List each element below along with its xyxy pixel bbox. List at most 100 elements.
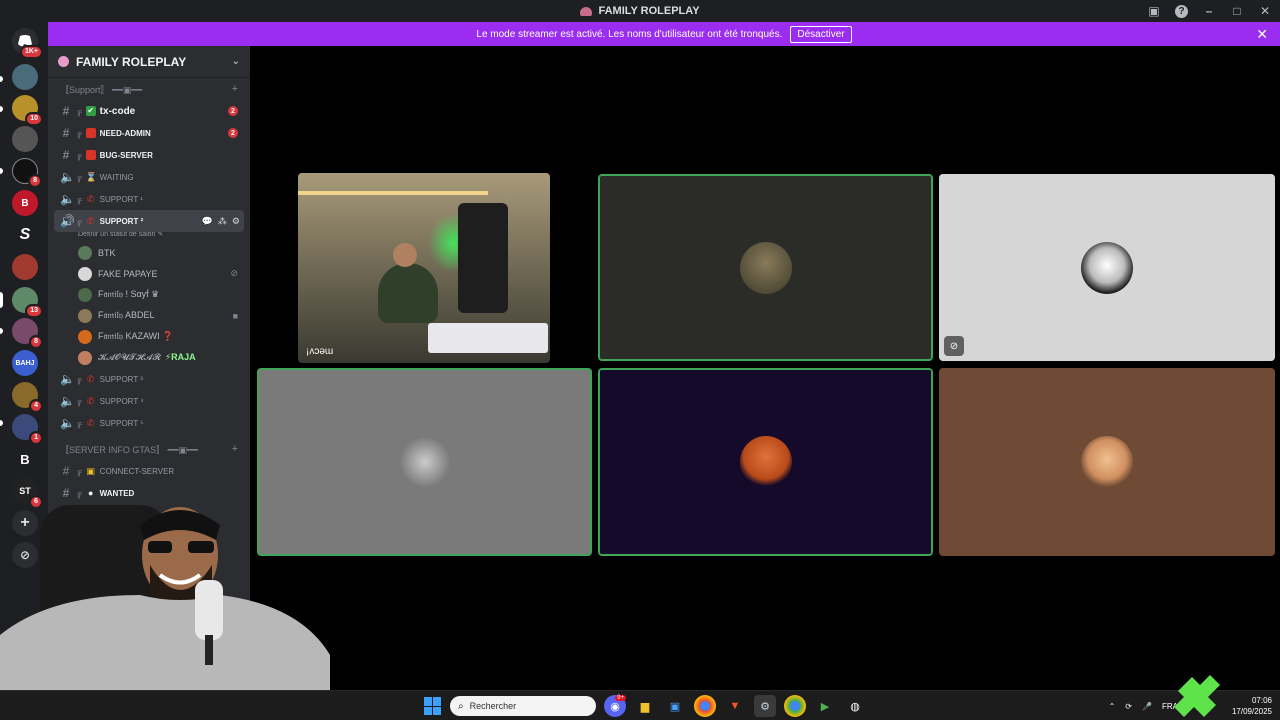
avatar (78, 329, 92, 344)
channel-tx-code[interactable]: # ╔ ✔ tx-code 2 (48, 100, 250, 122)
voice-user-abdel[interactable]: F𝔞𝔪𝔦𝔩𝔶 ABDEL ■ (48, 305, 250, 326)
avatar (78, 350, 92, 365)
server-badge: 8 (28, 174, 42, 188)
pencil-icon: ✎ (157, 231, 164, 238)
participant-avatar (398, 436, 451, 488)
channel-support-2[interactable]: 🔊 ╔ ✆ SUPPORT ² 💬 ⁂ ⚙ (54, 210, 244, 232)
server-icon-12[interactable]: 1 (12, 414, 43, 445)
close-icon[interactable]: ✕ (1258, 4, 1272, 18)
tree-icon: ╔ (76, 172, 82, 182)
help-icon[interactable]: ? (1175, 4, 1188, 18)
server-icon-8[interactable]: 13 (12, 287, 43, 318)
voice-user-name: BTK (98, 247, 116, 258)
voice-user-kaouthar[interactable]: 𝓚𝓐𝓞𝓤𝓣𝓗𝓐𝓡 ⚡RAJA (48, 347, 250, 368)
server-icon-11[interactable]: 4 (12, 382, 43, 413)
voice-user-fake-papaye[interactable]: FAKE PAPAYE ⊘ (48, 263, 250, 284)
voice-tile-6[interactable] (939, 368, 1275, 556)
server-badge: 1 (29, 431, 43, 445)
discord-home-icon[interactable]: 1K+ (12, 28, 43, 59)
server-icon-4[interactable]: 8 (12, 158, 42, 188)
channel-support-5[interactable]: 🔈 ╔ ✆ SUPPORT ⁵ (48, 412, 250, 434)
invite-icon[interactable]: ⁂ (218, 216, 227, 227)
tree-icon: ╔ (76, 216, 82, 226)
chrome-icon[interactable] (694, 695, 716, 717)
server-icon-5[interactable]: B (12, 190, 38, 216)
video-tile-camera[interactable]: ¡ʌɔǝɯ (298, 173, 550, 363)
sync-icon[interactable]: ⟳ (1125, 702, 1132, 711)
channel-support-3[interactable]: 🔈 ╔ ✆ SUPPORT ³ (48, 368, 250, 390)
avatar (78, 308, 92, 323)
taskbar-search[interactable]: ⌕ Rechercher (450, 696, 596, 716)
inbox-icon[interactable]: ▣ (1147, 4, 1161, 18)
maximize-icon[interactable]: □ (1230, 4, 1244, 18)
green-logo-icon (1174, 675, 1220, 717)
check-icon: ✔ (85, 106, 96, 116)
category-label: 〚Support〛 ━━▣━━ (60, 84, 143, 95)
voice-user-kazawi[interactable]: F𝔞𝔪𝔦𝔩𝔶 KAZAWI ❓ (48, 326, 250, 347)
channel-support-4[interactable]: 🔈 ╔ ✆ SUPPORT ⁴ (48, 390, 250, 412)
server-logo-icon (580, 6, 593, 16)
tree-icon: ╔ (76, 466, 82, 476)
server-icon-9[interactable]: 8 (12, 318, 43, 349)
notification-badge: 9+ (615, 695, 626, 701)
chevron-down-icon[interactable]: ⌄ (232, 56, 240, 67)
channel-label: tx-code (99, 105, 136, 117)
banner-close-icon[interactable]: ✕ (1256, 26, 1268, 43)
participant-avatar (739, 241, 792, 294)
server-icon-7[interactable] (12, 254, 38, 280)
mention-badge: 2 (228, 106, 238, 116)
game-launcher-icon[interactable]: ▶ (814, 695, 836, 717)
server-icon-3[interactable] (12, 126, 38, 152)
category-server-info[interactable]: 〚SERVER INFO GTAS〛 ━━▣━━ + (48, 438, 250, 460)
phone-icon: ✆ (86, 194, 95, 204)
channel-label: SUPPORT ⁴ (99, 396, 144, 406)
channel-connect-server[interactable]: # ╔ ▣ CONNECT-SERVER (48, 460, 250, 482)
add-channel-icon[interactable]: + (232, 443, 238, 455)
windows-start-icon[interactable] (424, 697, 442, 715)
voice-user-btk[interactable]: BTK (48, 242, 250, 263)
channel-waiting[interactable]: 🔈 ╔ ⌛ WAITING (48, 166, 250, 188)
voice-user-name: F𝔞𝔪𝔦𝔩𝔶 ! Sαyḟ ♛ (98, 289, 160, 299)
voice-user-name: 𝓚𝓐𝓞𝓤𝓣𝓗𝓐𝓡 (98, 352, 161, 362)
voice-tile-3[interactable]: ⊘ (939, 174, 1275, 361)
led-strip (298, 191, 488, 195)
disable-streamer-button[interactable]: Désactiver (790, 25, 852, 43)
shelf (458, 203, 508, 313)
file-explorer-icon[interactable]: ▆ (634, 695, 656, 717)
app-icon-9[interactable]: ◍ (844, 695, 866, 717)
channel-support-1[interactable]: 🔈 ╔ ✆ SUPPORT ¹ (48, 188, 250, 210)
server-icon-1[interactable] (12, 64, 38, 90)
discord-app-icon[interactable]: ◉ 9+ (604, 695, 626, 717)
tree-icon: ╔ (76, 418, 82, 428)
voice-tile-2[interactable] (598, 174, 933, 361)
chat-icon[interactable]: 💬 (202, 216, 213, 227)
phone-icon: ✆ (86, 418, 95, 428)
server-icon-2[interactable]: 10 (12, 95, 43, 126)
no-entry-icon (85, 150, 96, 160)
speaker-icon: 🔊 (60, 214, 75, 228)
server-badge: 10 (25, 112, 43, 126)
clock[interactable]: 07:06 17/09/2025 (1232, 695, 1272, 717)
voice-user-sayf[interactable]: F𝔞𝔪𝔦𝔩𝔶 ! Sαyḟ ♛ (48, 284, 250, 305)
chrome-profile-icon[interactable] (784, 695, 806, 717)
server-icon-13[interactable]: B (12, 446, 38, 472)
brave-icon[interactable]: ▼ (724, 695, 746, 717)
voice-user-name: FAKE PAPAYE (98, 268, 158, 279)
minimize-icon[interactable]: – (1202, 4, 1216, 18)
server-header[interactable]: FAMILY ROLEPLAY ⌄ (48, 46, 250, 78)
channel-need-admin[interactable]: # ╔ NEED-ADMIN 2 (48, 122, 250, 144)
phone-icon: ✆ (86, 374, 95, 384)
app-icon-3[interactable]: ▣ (664, 695, 686, 717)
server-icon-bahj[interactable]: BAHJ (12, 350, 38, 376)
microphone-icon[interactable]: 🎤 (1142, 702, 1152, 711)
discord-window: FAMILY ROLEPLAY ▣ ? – □ ✕ Le mode stream… (0, 0, 1280, 720)
steam-icon[interactable]: ⚙ (754, 695, 776, 717)
channel-bug-server[interactable]: # ╔ BUG-SERVER (48, 144, 250, 166)
add-channel-icon[interactable]: + (232, 83, 238, 95)
voice-tile-5[interactable] (598, 368, 933, 556)
category-support[interactable]: 〚Support〛 ━━▣━━ + (48, 78, 250, 100)
server-icon-6[interactable]: S (12, 222, 38, 248)
voice-user-name: F𝔞𝔪𝔦𝔩𝔶 KAZAWI ❓ (98, 331, 174, 341)
chevron-up-icon[interactable]: ⌃ (1109, 702, 1116, 711)
gear-icon[interactable]: ⚙ (232, 216, 240, 227)
